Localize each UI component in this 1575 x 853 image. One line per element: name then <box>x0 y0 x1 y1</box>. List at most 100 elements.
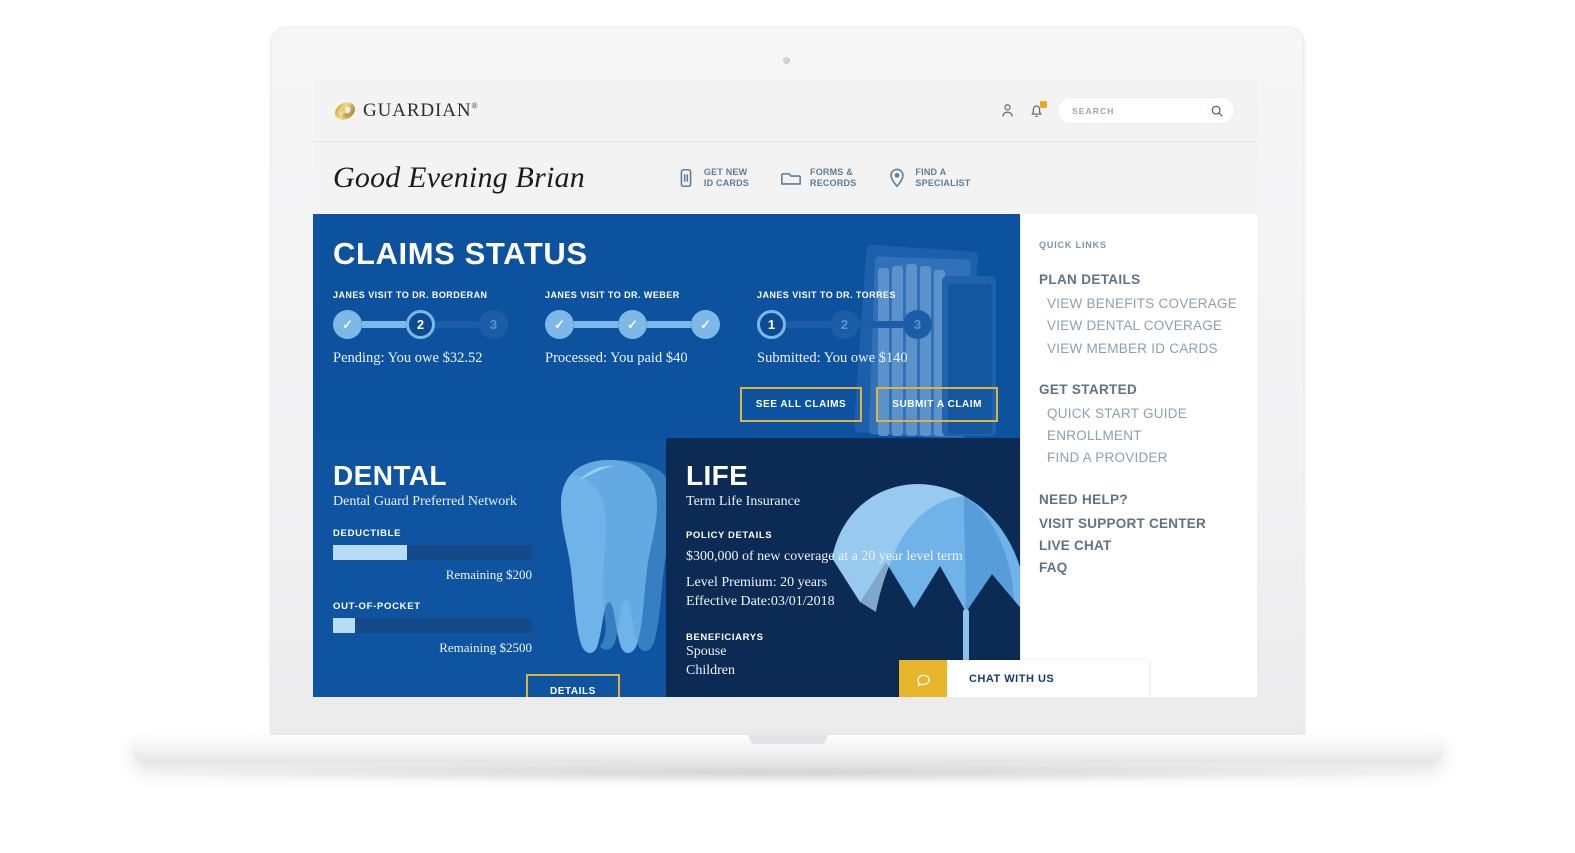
header-actions <box>999 97 1235 124</box>
guardian-emblem-icon <box>334 101 356 120</box>
deductible-meter <box>333 545 532 560</box>
deductible-meter-fill <box>333 545 407 560</box>
quick-links-group-get-started: GET STARTED QUICK START GUIDE ENROLLMENT… <box>1039 382 1257 470</box>
location-pin-icon <box>886 167 908 189</box>
brand-logo[interactable]: GUARDIAN® <box>333 99 479 123</box>
quick-link[interactable]: VIEW MEMBER ID CARDS <box>1047 338 1257 360</box>
quick-link[interactable]: FIND A PROVIDER <box>1047 447 1257 469</box>
claims-status-panel: CLAIMS STATUS JANES VISIT TO DR. BORDERA… <box>313 214 1020 438</box>
policy-details-heading: POLICY DETAILS <box>686 530 773 541</box>
claim-item[interactable]: JANES VISIT TO DR. BORDERAN ✓ 2 3 Pendin… <box>333 290 545 367</box>
claim-step: ✓ <box>333 310 362 339</box>
dental-card: DENTAL Dental Guard Preferred Network DE… <box>313 438 666 697</box>
step-connector <box>786 321 830 328</box>
quick-link[interactable]: LIVE CHAT <box>1039 535 1257 557</box>
claim-title: JANES VISIT TO DR. BORDERAN <box>333 290 488 300</box>
quick-link[interactable]: VIEW DENTAL COVERAGE <box>1047 315 1257 337</box>
life-subtitle: Term Life Insurance <box>686 494 801 509</box>
claim-status-text: Processed: You paid $40 <box>545 350 688 366</box>
claim-step: ✓ <box>545 310 574 339</box>
claims-actions: SEE ALL CLAIMS SUBMIT A CLAIM <box>739 387 998 422</box>
claims-list: JANES VISIT TO DR. BORDERAN ✓ 2 3 Pendin… <box>333 290 1000 367</box>
search-bar[interactable] <box>1057 97 1235 124</box>
claim-item[interactable]: JANES VISIT TO DR. WEBER ✓ ✓ ✓ Processed… <box>545 290 757 367</box>
step-connector <box>362 321 406 328</box>
quick-link[interactable]: QUICK START GUIDE <box>1047 403 1257 425</box>
see-all-claims-button[interactable]: SEE ALL CLAIMS <box>739 387 863 422</box>
step-connector <box>574 321 618 328</box>
claim-progress-steps: 1 2 3 <box>757 310 932 339</box>
policy-summary: $300,000 of new coverage at a 20 year le… <box>686 549 963 564</box>
out-of-pocket-remaining: Remaining $2500 <box>439 640 532 655</box>
speech-bubble-icon[interactable] <box>899 660 947 697</box>
quick-link[interactable]: ENROLLMENT <box>1047 425 1257 447</box>
screenshot-stage: GUARDIAN® SEARCH Good Evening Brian GET … <box>0 0 1575 853</box>
claim-status-text: Pending: You owe $32.52 <box>333 350 483 366</box>
site-header: GUARDIAN® <box>313 80 1257 142</box>
notification-badge <box>1040 101 1047 108</box>
search-icon[interactable] <box>1210 104 1224 118</box>
step-connector <box>859 321 903 328</box>
quick-action-label: FIND A SPECIALIST <box>915 166 971 188</box>
claim-title: JANES VISIT TO DR. TORRES <box>757 290 896 300</box>
folder-icon <box>779 167 803 189</box>
claims-title: CLAIMS STATUS <box>333 236 588 271</box>
quick-links-sidebar: QUICK LINKS PLAN DETAILS VIEW BENEFITS C… <box>1020 214 1257 697</box>
claim-step: 3 <box>479 310 508 339</box>
quick-action-get-new-id-cards[interactable]: GET NEW ID CARDS <box>675 167 749 190</box>
page-title: Good Evening Brian <box>333 161 585 194</box>
webcam-icon <box>783 57 790 64</box>
quick-link[interactable]: VIEW BENEFITS COVERAGE <box>1047 293 1257 315</box>
claim-progress-steps: ✓ 2 3 <box>333 310 508 339</box>
submit-a-claim-button[interactable]: SUBMIT A CLAIM <box>876 387 998 422</box>
claim-step: ✓ <box>691 310 720 339</box>
quick-links-group-plan-details: PLAN DETAILS VIEW BENEFITS COVERAGE VIEW… <box>1039 272 1257 360</box>
page-body: CLAIMS STATUS JANES VISIT TO DR. BORDERA… <box>313 214 1257 697</box>
out-of-pocket-meter-fill <box>333 618 355 633</box>
chat-label: CHAT WITH US <box>947 660 1149 697</box>
quick-links-group-need-help: NEED HELP? VISIT SUPPORT CENTER LIVE CHA… <box>1039 492 1257 580</box>
step-connector <box>435 321 479 328</box>
deductible-remaining: Remaining $200 <box>445 567 532 582</box>
quick-links-kicker: QUICK LINKS <box>1039 240 1107 250</box>
id-card-icon <box>675 167 697 189</box>
claim-step: 1 <box>757 310 786 339</box>
group-heading: PLAN DETAILS <box>1039 272 1141 287</box>
claim-step: 3 <box>903 310 932 339</box>
dental-title: DENTAL <box>333 460 447 491</box>
beneficiaries-heading: BENEFICIARYS <box>686 631 764 643</box>
quick-link[interactable]: FAQ <box>1039 557 1257 579</box>
greeting-bar: Good Evening Brian GET NEW ID CARDS FORM… <box>313 142 1257 214</box>
chat-widget[interactable]: CHAT WITH US <box>899 660 1149 697</box>
quick-link[interactable]: VISIT SUPPORT CENTER <box>1039 513 1257 535</box>
step-connector <box>647 321 691 328</box>
level-premium: Level Premium: 20 years <box>686 574 828 590</box>
claim-title: JANES VISIT TO DR. WEBER <box>545 290 680 300</box>
quick-action-label: GET NEW ID CARDS <box>703 166 750 188</box>
quick-action-forms-records[interactable]: FORMS & RECORDS <box>779 167 856 190</box>
claim-progress-steps: ✓ ✓ ✓ <box>545 310 720 339</box>
effective-date: Effective Date:03/01/2018 <box>686 593 835 609</box>
browser-screen: GUARDIAN® SEARCH Good Evening Brian GET … <box>313 80 1257 697</box>
search-input[interactable] <box>1072 105 1204 116</box>
dental-subtitle: Dental Guard Preferred Network <box>333 494 517 509</box>
person-icon[interactable] <box>999 102 1016 119</box>
out-of-pocket-label: OUT-OF-POCKET <box>333 601 421 612</box>
brand-trademark: ® <box>471 101 479 111</box>
brand-name: GUARDIAN® <box>363 99 479 121</box>
bell-icon[interactable] <box>1028 101 1047 119</box>
quick-action-find-specialist[interactable]: FIND A SPECIALIST <box>886 167 970 190</box>
claim-item[interactable]: JANES VISIT TO DR. TORRES 1 2 3 Submitte… <box>757 290 969 367</box>
quick-action-label: FORMS & RECORDS <box>810 166 857 188</box>
claim-step: 2 <box>406 310 435 339</box>
group-heading: NEED HELP? <box>1039 491 1129 507</box>
main-column: CLAIMS STATUS JANES VISIT TO DR. BORDERA… <box>313 214 1020 697</box>
plan-cards-row: DENTAL Dental Guard Preferred Network DE… <box>313 438 1020 697</box>
quick-action-row: GET NEW ID CARDS FORMS & RECORDS FIND A … <box>675 167 971 190</box>
life-card: LIFE Term Life Insurance POLICY DETAILS … <box>666 438 1020 697</box>
group-heading: GET STARTED <box>1039 381 1138 397</box>
laptop-base <box>132 735 1444 763</box>
dental-details-button[interactable]: DETAILS <box>526 674 620 697</box>
claim-step: ✓ <box>618 310 647 339</box>
claim-status-text: Submitted: You owe $140 <box>757 350 908 366</box>
